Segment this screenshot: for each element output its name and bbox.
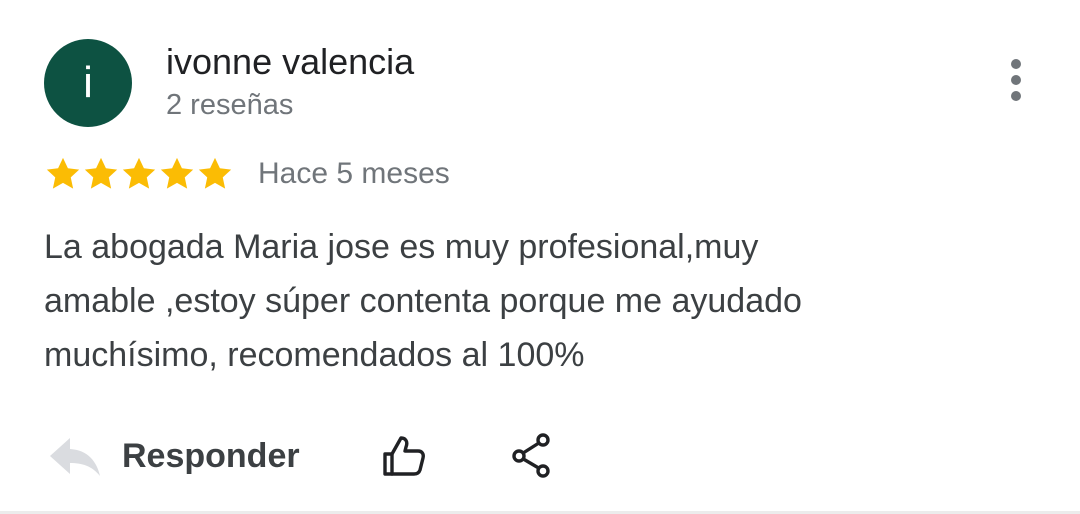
review-text-line: La abogada Maria jose es muy profesional… [44,228,759,266]
more-vertical-icon [1011,59,1021,101]
star-icon [84,157,118,189]
share-button[interactable] [508,432,556,480]
reply-button[interactable]: Responder [44,434,300,478]
share-icon [511,433,550,478]
reply-arrow-icon [50,438,100,476]
like-button[interactable] [380,432,428,480]
star-icon [160,157,194,189]
avatar[interactable]: i [44,39,132,127]
reply-label: Responder [122,437,300,475]
review-actions: Responder [44,428,556,484]
more-options-button[interactable] [994,54,1038,106]
review-text: La abogada Maria jose es muy profesional… [44,220,944,382]
star-icon [122,157,156,189]
review-text-line: muchísimo, recomendados al 100% [44,336,585,374]
review-text-line: amable ,estoy súper contenta porque me a… [44,282,802,320]
thumbs-up-icon [382,436,425,476]
review-time: Hace 5 meses [258,157,450,190]
star-icon [198,157,232,189]
rating-row: Hace 5 meses [44,152,450,196]
star-rating [44,155,234,193]
author-name[interactable]: ivonne valencia [166,40,414,84]
star-icon [46,157,80,189]
author-review-count: 2 reseñas [166,89,294,121]
avatar-initial: i [83,58,93,107]
review-card: i ivonne valencia 2 reseñas Hace 5 meses… [0,0,1080,514]
